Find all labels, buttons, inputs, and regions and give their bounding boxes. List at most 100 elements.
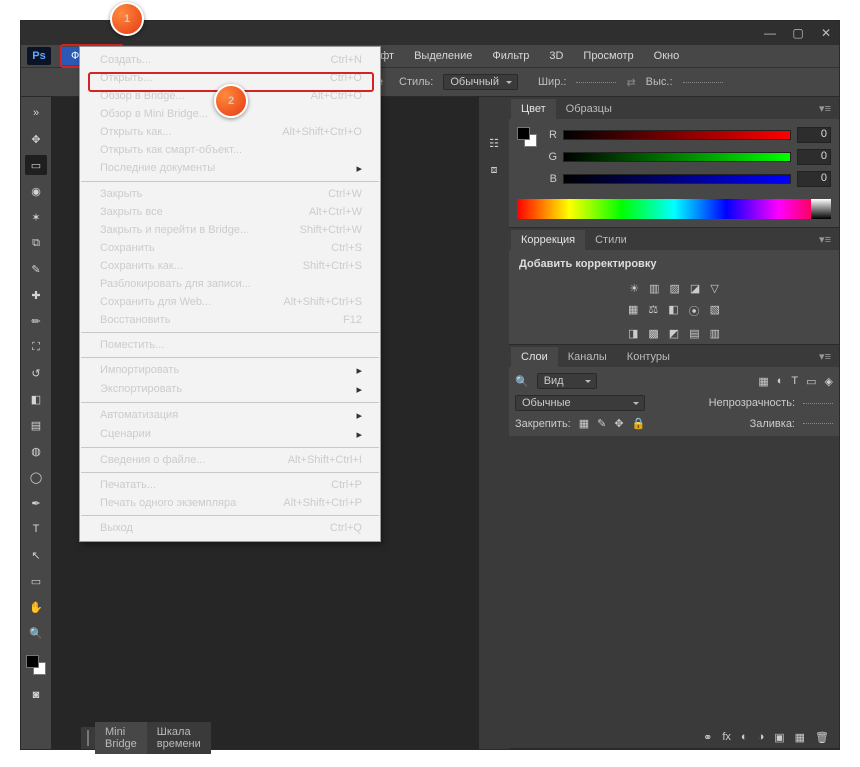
brush-tool-icon[interactable]: ✏ [25,311,47,331]
menu-item[interactable]: Печать одного экземпляраAlt+Shift+Ctrl+P [80,494,380,512]
menu-item[interactable]: Открыть как...Alt+Shift+Ctrl+O [80,123,380,141]
tab-timeline[interactable]: Шкала времени [147,722,211,754]
height-field[interactable] [683,82,723,83]
kind-icon[interactable]: 🔍 [515,375,529,388]
pen-tool-icon[interactable]: ✒ [25,493,47,513]
eraser-tool-icon[interactable]: ◧ [25,389,47,409]
new-layer-icon[interactable]: ▦ [795,731,805,744]
minimize-button[interactable]: — [763,26,777,40]
width-field[interactable] [576,82,616,83]
exposure-icon[interactable]: ◪ [690,282,700,295]
photo-filter-icon[interactable]: ⦿ [689,303,700,319]
tab-adjustments[interactable]: Коррекция [511,230,585,250]
menu-item[interactable]: Печатать...Ctrl+P [80,476,380,494]
hue-icon[interactable]: ▦ [628,303,638,319]
g-value[interactable]: 0 [797,149,831,165]
curves-icon[interactable]: ▨ [670,282,680,295]
crop-tool-icon[interactable]: ⧉ [25,233,47,253]
menu-item[interactable]: Закрыть всеAlt+Ctrl+W [80,203,380,221]
eyedropper-tool-icon[interactable]: ✎ [25,259,47,279]
menu-item[interactable]: Создать...Ctrl+N [80,51,380,69]
mixer-icon[interactable]: ▧ [710,303,720,319]
filter-smart-icon[interactable]: ◈ [825,375,833,388]
menu-window[interactable]: Окно [644,47,690,65]
menu-item[interactable]: Автоматизация [80,406,380,425]
menu-item[interactable]: Сохранить для Web...Alt+Shift+Ctrl+S [80,293,380,311]
menu-item[interactable]: Экспортировать [80,380,380,399]
new-fillAdj-icon[interactable]: ◑ [758,731,765,743]
filter-type-icon[interactable]: T [791,375,798,387]
g-slider[interactable] [563,152,791,162]
delete-layer-icon[interactable]: 🗑 [815,731,829,744]
levels-icon[interactable]: ▥ [649,282,659,295]
menu-item[interactable]: Поместить... [80,336,380,354]
gradmap-icon[interactable]: ▤ [689,327,699,340]
swap-icon[interactable]: ⇄ [626,76,635,89]
style-select[interactable]: Обычный [443,74,518,90]
tab-mini-bridge[interactable]: Mini Bridge [95,722,147,754]
blur-tool-icon[interactable]: ◍ [25,441,47,461]
menu-item[interactable]: Последние документы [80,159,380,178]
vibrance-icon[interactable]: ▽ [710,282,718,295]
menu-view[interactable]: Просмотр [573,47,643,65]
filter-adjust-icon[interactable]: ◐ [777,375,784,387]
tab-swatches[interactable]: Образцы [556,99,622,119]
opacity-field[interactable] [803,403,833,404]
tab-layers[interactable]: Слои [511,347,558,367]
b-value[interactable]: 0 [797,171,831,187]
path-tool-icon[interactable]: ↖ [25,545,47,565]
gradient-tool-icon[interactable]: ▤ [25,415,47,435]
heal-tool-icon[interactable]: ✚ [25,285,47,305]
layers-list[interactable] [509,436,839,726]
hand-tool-icon[interactable]: ✋ [25,597,47,617]
type-tool-icon[interactable]: T [25,519,47,539]
foreground-background-swatch[interactable] [26,655,46,675]
panel-menu-icon[interactable]: ▾≡ [811,98,839,119]
threshold-icon[interactable]: ◩ [669,327,679,340]
history-panel-icon[interactable]: ☷ [489,137,499,150]
menu-item[interactable]: ВыходCtrl+Q [80,519,380,537]
r-slider[interactable] [563,130,791,140]
r-value[interactable]: 0 [797,127,831,143]
fill-field[interactable] [803,423,833,424]
layer-mask-icon[interactable]: ◐ [741,731,748,743]
wand-tool-icon[interactable]: ✶ [25,207,47,227]
menu-item[interactable]: Сценарии [80,425,380,444]
stamp-tool-icon[interactable]: ⛶ [25,337,47,357]
menu-item[interactable]: СохранитьCtrl+S [80,239,380,257]
b-slider[interactable] [563,174,791,184]
kind-select[interactable]: Вид [537,373,597,389]
marquee-tool-icon[interactable]: ▭ [25,155,47,175]
bottom-swatch[interactable] [87,730,89,746]
lock-all-icon[interactable]: 🔒 [632,417,646,430]
menu-item[interactable]: Открыть как смарт-объект... [80,141,380,159]
color-fgbg-swatch[interactable] [517,127,537,147]
menu-item[interactable]: Сохранить как...Shift+Ctrl+S [80,257,380,275]
move-tool-icon[interactable]: ✥ [25,129,47,149]
close-button[interactable]: ✕ [819,26,833,40]
blend-mode-select[interactable]: Обычные [515,395,645,411]
quickmask-icon[interactable]: ◙ [25,685,47,705]
maximize-button[interactable]: ▢ [791,26,805,40]
balance-icon[interactable]: ⚖ [648,303,658,319]
bw-icon[interactable]: ◧ [668,303,678,319]
menu-item[interactable]: ВосстановитьF12 [80,311,380,329]
menu-select[interactable]: Выделение [404,47,482,65]
lock-position-icon[interactable]: ✎ [597,417,606,430]
menu-item[interactable]: Разблокировать для записи... [80,275,380,293]
menu-item[interactable]: ЗакрытьCtrl+W [80,185,380,203]
layer-fx-icon[interactable]: fx [722,731,731,743]
new-group-icon[interactable]: ▣ [774,731,784,744]
history-brush-tool-icon[interactable]: ↺ [25,363,47,383]
selective-icon[interactable]: ▥ [710,327,720,340]
menu-item[interactable]: Импортировать [80,361,380,380]
invert-icon[interactable]: ◨ [628,327,638,340]
filter-pixel-icon[interactable]: ▦ [758,375,768,388]
poster-icon[interactable]: ▩ [648,327,658,340]
panel-menu-icon[interactable]: ▾≡ [811,346,839,367]
tab-styles[interactable]: Стили [585,230,637,250]
lock-pixels-icon[interactable]: ▦ [579,417,589,430]
menu-filter[interactable]: Фильтр [482,47,539,65]
zoom-tool-icon[interactable]: 🔍 [25,623,47,643]
tab-channels[interactable]: Каналы [558,347,617,367]
